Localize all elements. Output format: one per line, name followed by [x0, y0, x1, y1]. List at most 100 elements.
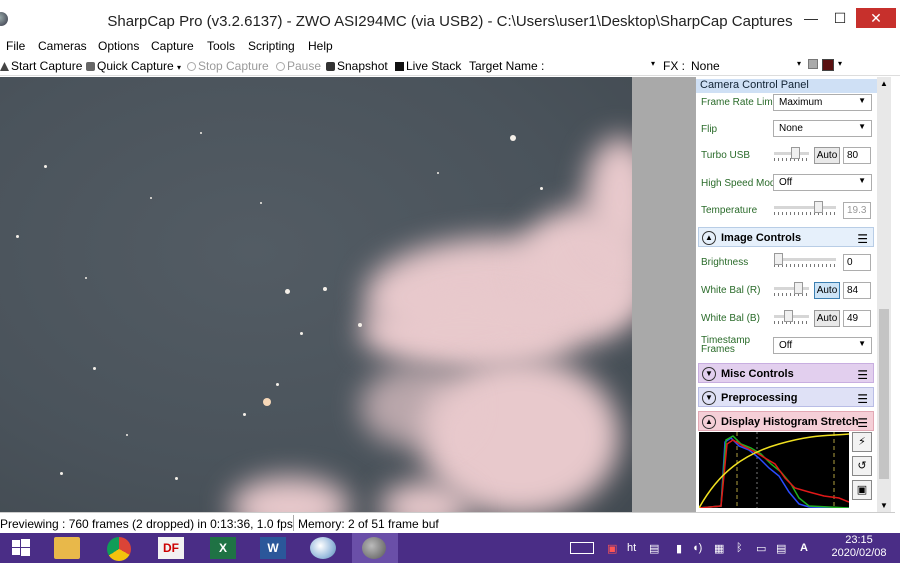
menu-capture[interactable]: Capture	[151, 39, 194, 53]
snapshot-button[interactable]: Snapshot	[326, 59, 388, 73]
high-speed-mode-select[interactable]: Off ▼	[773, 174, 872, 191]
battery-icon[interactable]: ▮	[676, 542, 682, 555]
slider-thumb[interactable]	[794, 282, 803, 294]
pdf-tray-icon[interactable]: ▣	[607, 542, 617, 555]
tray-app-icon[interactable]: ▤	[649, 542, 659, 555]
frame-rate-limit-select[interactable]: Maximum ▼	[773, 94, 872, 111]
menu-icon[interactable]: ☰	[857, 416, 868, 430]
chevron-down-icon[interactable]: ▼	[702, 367, 716, 381]
preview-status: Previewing : 760 frames (2 dropped) in 0…	[0, 517, 293, 531]
scroll-down-icon[interactable]: ▼	[880, 501, 888, 510]
start-capture-label: Start Capture	[11, 59, 83, 73]
volume-icon[interactable]: ◖)	[692, 542, 702, 554]
brightness-slider[interactable]	[774, 253, 836, 267]
brightness-label: Brightness	[701, 257, 749, 268]
turbo-usb-value[interactable]: 80	[843, 147, 871, 164]
file-explorer-icon[interactable]	[54, 537, 80, 559]
tray-app-icon[interactable]: ht	[627, 542, 636, 554]
scroll-up-icon[interactable]: ▲	[880, 79, 888, 88]
flip-select[interactable]: None ▼	[773, 120, 872, 137]
reset-icon[interactable]: ↺	[852, 456, 872, 476]
keyboard-icon[interactable]	[570, 542, 594, 554]
menu-options[interactable]: Options	[98, 39, 139, 53]
language-indicator[interactable]: A	[800, 542, 808, 554]
white-bal-b-auto-button[interactable]: Auto	[814, 310, 840, 327]
action-center-icon[interactable]: ▭	[756, 542, 766, 555]
star	[285, 289, 290, 294]
live-stack-button[interactable]: Live Stack	[395, 59, 461, 73]
fx-label: FX :	[663, 59, 686, 73]
sharpcap-taskbar-button[interactable]	[352, 533, 398, 563]
turbo-usb-slider[interactable]	[774, 147, 809, 161]
bluetooth-icon[interactable]: ᛒ	[736, 542, 743, 554]
close-button[interactable]: ✕	[856, 8, 896, 28]
star	[437, 172, 439, 174]
lightning-icon[interactable]: ⚡	[852, 432, 872, 452]
panel-scrollbar[interactable]: ▲ ▼	[877, 77, 891, 512]
frame-rate-limit-value: Maximum	[779, 97, 823, 108]
star	[16, 235, 19, 238]
menu-scripting[interactable]: Scripting	[248, 39, 295, 53]
menu-tools[interactable]: Tools	[207, 39, 235, 53]
slider-thumb[interactable]	[774, 253, 783, 265]
white-bal-b-slider[interactable]	[774, 310, 809, 324]
clock[interactable]: 23:15 2020/02/08	[825, 534, 893, 560]
histogram-display[interactable]	[699, 432, 849, 508]
maximize-button[interactable]: ☐	[826, 8, 854, 28]
slider-track	[774, 287, 809, 290]
fx-select[interactable]: None ▾	[689, 58, 803, 74]
chevron-up-icon[interactable]: ▲	[702, 415, 716, 429]
chrome-icon[interactable]	[107, 537, 131, 561]
quick-capture-dropdown-icon[interactable]: ▾	[177, 63, 181, 72]
chevron-down-icon[interactable]: ▼	[702, 391, 716, 405]
star	[510, 135, 516, 141]
slider-thumb[interactable]	[784, 310, 793, 322]
white-bal-r-slider[interactable]	[774, 282, 809, 296]
quick-capture-button[interactable]: Quick Capture ▾	[86, 59, 181, 73]
red-channel-curve	[699, 439, 849, 508]
target-name-label: Target Name :	[469, 59, 545, 73]
stop-capture-button[interactable]: Stop Capture	[187, 59, 269, 73]
misc-controls-header[interactable]: ▼ Misc Controls ☰	[698, 363, 874, 383]
swatch-dropdown-icon[interactable]: ▾	[838, 59, 842, 68]
target-name-dropdown-icon[interactable]: ▾	[651, 59, 655, 68]
paint-icon[interactable]	[310, 537, 336, 559]
panel-title: Camera Control Panel	[700, 79, 809, 91]
pause-button[interactable]: Pause	[276, 59, 321, 73]
scrollbar-thumb[interactable]	[879, 309, 889, 479]
menu-help[interactable]: Help	[308, 39, 333, 53]
start-capture-button[interactable]: Start Capture	[0, 59, 82, 73]
star	[200, 132, 202, 134]
ime-icon[interactable]: ▤	[776, 542, 786, 555]
white-bal-r-value[interactable]: 84	[843, 282, 871, 299]
save-icon[interactable]: ▣	[852, 480, 872, 500]
camera-icon	[326, 62, 335, 71]
pdf-reader-icon[interactable]: DF	[158, 537, 184, 559]
menu-icon[interactable]: ☰	[857, 392, 868, 406]
stop-capture-icon	[187, 62, 196, 71]
windows-start-icon[interactable]	[10, 537, 36, 559]
slider-thumb[interactable]	[791, 147, 800, 159]
menu-icon[interactable]: ☰	[857, 232, 868, 246]
network-icon[interactable]: ▦	[714, 542, 724, 555]
timestamp-frames-select[interactable]: Off ▼	[773, 337, 872, 354]
menu-icon[interactable]: ☰	[857, 368, 868, 382]
camera-preview-image[interactable]	[0, 77, 632, 512]
white-bal-r-auto-button[interactable]: Auto	[814, 282, 840, 299]
color-swatch-grey[interactable]	[808, 59, 818, 69]
menu-cameras[interactable]: Cameras	[38, 39, 87, 53]
star	[276, 383, 279, 386]
white-bal-b-value[interactable]: 49	[843, 310, 871, 327]
excel-icon[interactable]: X	[210, 537, 236, 559]
word-icon[interactable]: W	[260, 537, 286, 559]
color-swatch-red[interactable]	[822, 59, 834, 71]
turbo-usb-auto-button[interactable]: Auto	[814, 147, 840, 164]
histogram-stretch-header[interactable]: ▲ Display Histogram Stretch ☰	[698, 411, 874, 431]
brightness-value[interactable]: 0	[843, 254, 871, 271]
menu-file[interactable]: File	[6, 39, 25, 53]
target-name-input[interactable]	[546, 58, 658, 74]
minimize-button[interactable]: —	[797, 8, 825, 28]
chevron-up-icon[interactable]: ▲	[702, 231, 716, 245]
image-controls-header[interactable]: ▲ Image Controls ☰	[698, 227, 874, 247]
preprocessing-header[interactable]: ▼ Preprocessing ☰	[698, 387, 874, 407]
